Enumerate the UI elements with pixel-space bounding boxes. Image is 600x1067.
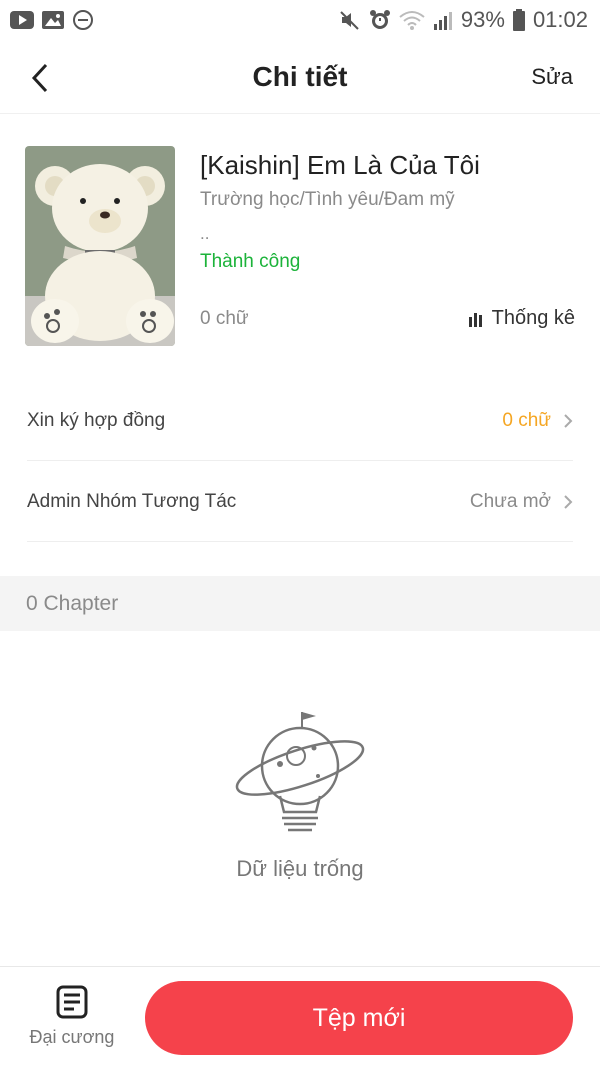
youtube-icon — [10, 11, 34, 29]
stats-label: Thống kê — [491, 307, 575, 329]
contract-request-row[interactable]: Xin ký hợp đồng 0 chữ — [27, 381, 573, 461]
admin-group-row[interactable]: Admin Nhóm Tương Tác Chưa mở — [27, 462, 573, 542]
signal-icon — [433, 10, 453, 30]
status-bar-right: 93% 01:02 — [339, 7, 588, 33]
outline-label: Đại cương — [29, 1027, 115, 1047]
bar-chart-icon — [468, 312, 482, 327]
status-bar: 93% 01:02 — [0, 0, 600, 40]
mute-icon — [339, 9, 361, 31]
row-right: Chưa mở — [470, 491, 573, 513]
battery-icon — [512, 9, 525, 31]
row-value: 0 chữ — [502, 409, 551, 431]
book-title: [Kaishin] Em Là Của Tôi — [200, 150, 480, 180]
empty-state-text: Dữ liệu trống — [236, 856, 364, 881]
row-right: 0 chữ — [502, 410, 573, 432]
edit-button[interactable]: Sửa — [531, 64, 573, 90]
alarm-icon — [369, 9, 391, 31]
chevron-left-icon — [31, 63, 48, 93]
bottom-bar: Đại cương Tệp mới — [0, 966, 600, 1067]
dnd-icon — [72, 9, 94, 31]
back-button[interactable] — [22, 58, 58, 98]
status-bar-left — [10, 9, 94, 31]
row-label: Admin Nhóm Tương Tác — [27, 490, 237, 512]
book-word-count: 0 chữ — [200, 308, 249, 329]
book-cover[interactable] — [25, 146, 175, 346]
header: Chi tiết Sửa — [0, 40, 600, 114]
row-label: Xin ký hợp đồng — [27, 409, 166, 431]
book-genres: Trường học/Tình yêu/Đam mỹ — [200, 189, 455, 210]
document-icon — [56, 985, 88, 1019]
empty-state-lightbulb-icon — [230, 708, 370, 843]
outline-button[interactable]: Đại cương — [20, 985, 124, 1057]
chevron-right-icon — [564, 494, 573, 509]
book-description: .. — [200, 224, 210, 243]
chevron-right-icon — [564, 413, 573, 428]
clock: 01:02 — [532, 7, 588, 32]
stats-button[interactable]: Thống kê — [468, 307, 575, 330]
chapter-count: 0 Chapter — [26, 591, 119, 615]
wifi-icon — [399, 10, 425, 30]
row-value: Chưa mở — [469, 490, 551, 512]
new-file-button[interactable]: Tệp mới — [145, 981, 573, 1055]
book-info: [Kaishin] Em Là Của Tôi Trường học/Tình … — [25, 146, 575, 348]
page-title: Chi tiết — [252, 60, 348, 92]
teddy-bear-cover-image — [25, 146, 175, 346]
chapter-header: 0 Chapter — [0, 576, 600, 631]
gallery-icon — [42, 11, 64, 29]
battery-percent: 93% — [460, 7, 505, 32]
book-status: Thành công — [200, 251, 301, 272]
